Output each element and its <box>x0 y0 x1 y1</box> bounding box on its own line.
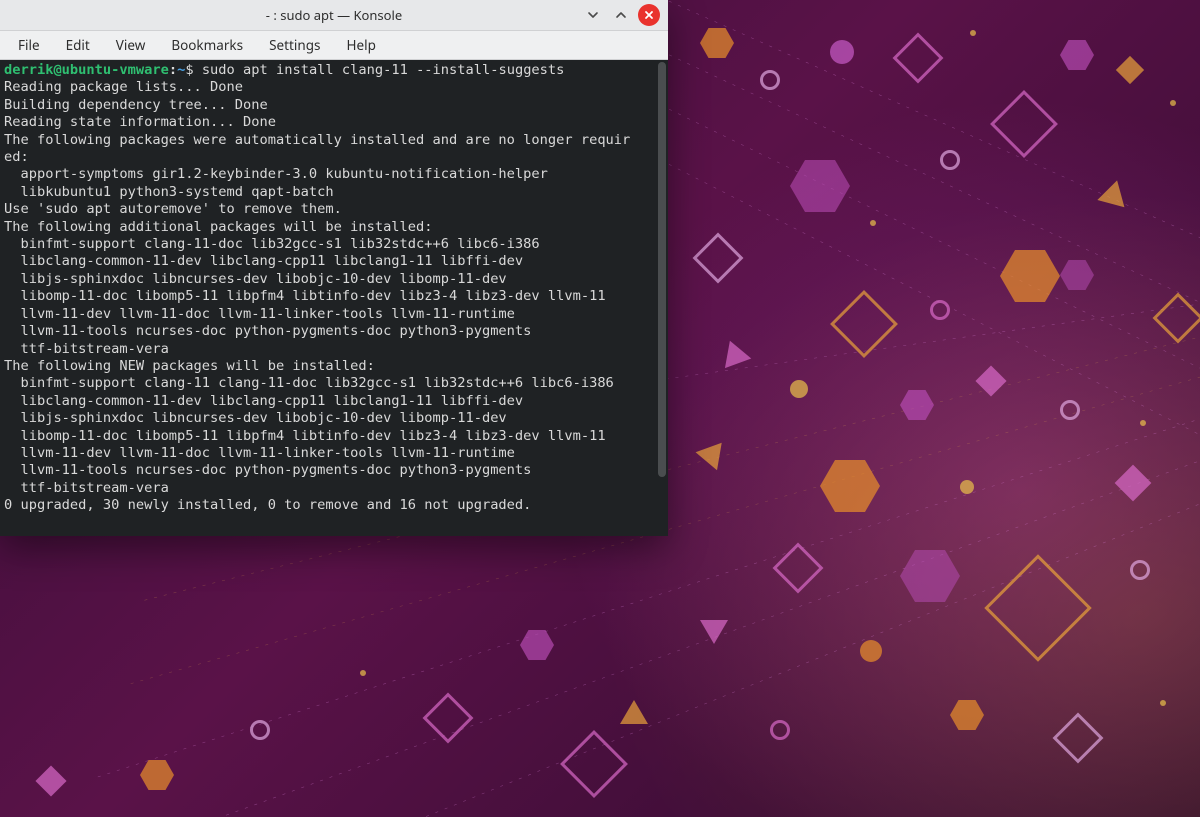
menu-view[interactable]: View <box>104 33 158 57</box>
minimize-button[interactable] <box>582 4 604 26</box>
menubar: File Edit View Bookmarks Settings Help <box>0 31 668 60</box>
menu-file[interactable]: File <box>6 33 52 57</box>
konsole-window: - : sudo apt — Konsole File Edit View Bo… <box>0 0 668 536</box>
close-icon <box>643 9 655 21</box>
chevron-up-icon <box>615 9 627 21</box>
chevron-down-icon <box>587 9 599 21</box>
titlebar[interactable]: - : sudo apt — Konsole <box>0 0 668 31</box>
menu-help[interactable]: Help <box>334 33 387 57</box>
menu-settings[interactable]: Settings <box>257 33 332 57</box>
maximize-button[interactable] <box>610 4 632 26</box>
menu-bookmarks[interactable]: Bookmarks <box>159 33 255 57</box>
terminal-area[interactable]: derrik@ubuntu-vmware:~$ sudo apt install… <box>0 60 668 536</box>
close-button[interactable] <box>638 4 660 26</box>
scrollbar[interactable] <box>658 62 666 477</box>
terminal-output[interactable]: derrik@ubuntu-vmware:~$ sudo apt install… <box>0 60 656 536</box>
desktop-wallpaper: - : sudo apt — Konsole File Edit View Bo… <box>0 0 1200 817</box>
window-title: - : sudo apt — Konsole <box>0 6 668 24</box>
menu-edit[interactable]: Edit <box>54 33 102 57</box>
